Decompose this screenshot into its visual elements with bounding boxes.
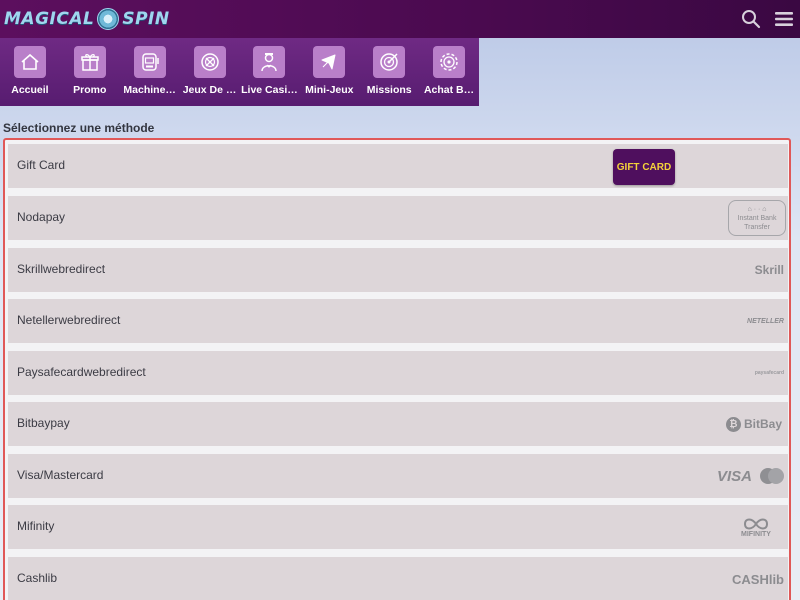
logo[interactable]: MAGICAL SPIN: [4, 6, 170, 32]
section-title: Sélectionnez une méthode: [3, 121, 155, 135]
bitbay-logo-text: BitBay: [743, 417, 782, 431]
search-icon[interactable]: [741, 9, 761, 29]
payment-methods-list: Gift Card GIFT CARD Nodapay ⌂ · · ⌂ Inst…: [3, 138, 791, 600]
target-icon: [373, 46, 406, 78]
nav-label: Missions: [366, 84, 412, 96]
method-label: Visa/Mastercard: [17, 468, 104, 482]
method-gift-card[interactable]: Gift Card GIFT CARD: [8, 144, 788, 188]
airplane-icon: [313, 46, 346, 78]
method-label: Netellerwebredirect: [17, 313, 121, 327]
nav-label: Achat B…: [423, 84, 475, 96]
nav-item-achat-bonus[interactable]: Achat B…: [419, 38, 479, 106]
method-nodapay[interactable]: Nodapay ⌂ · · ⌂ Instant Bank Transfer: [8, 196, 788, 240]
nav-item-missions[interactable]: Missions: [359, 38, 419, 106]
nav-item-accueil[interactable]: Accueil: [0, 38, 60, 106]
bitcoin-icon: ₿: [725, 416, 741, 432]
bitbay-logo: ₿ BitBay: [725, 402, 786, 446]
skrill-logo-text: Skrill: [754, 263, 784, 277]
gift-card-logo: GIFT CARD: [613, 149, 675, 185]
method-skrill[interactable]: Skrillwebredirect Skrill: [8, 248, 788, 292]
chip-icon: [433, 46, 466, 78]
instant-bank-text: Instant Bank Transfer: [737, 214, 777, 231]
nav-item-mini-jeux[interactable]: Mini-Jeux: [299, 38, 359, 106]
paysafecard-logo: paysafecard: [755, 351, 786, 395]
mifinity-logo: MIFINITY: [740, 505, 786, 549]
gift-icon: [73, 46, 106, 78]
skrill-logo: Skrill: [755, 248, 786, 292]
method-cashlib[interactable]: Cashlib CASHlib: [8, 557, 788, 600]
cashlib-logo-text: CASHlib: [732, 571, 784, 587]
method-label: Bitbaypay: [17, 416, 70, 430]
roulette-icon: [193, 46, 226, 78]
mastercard-icon: [760, 468, 784, 484]
nav-label: Accueil: [11, 84, 49, 96]
bank-icons: ⌂ · · ⌂: [747, 205, 767, 213]
category-nav: Accueil Promo Machine… Jeux De … Live Ca…: [0, 38, 479, 106]
method-label: Paysafecardwebredirect: [17, 365, 146, 379]
method-label: Cashlib: [17, 571, 58, 585]
nav-label: Machine…: [123, 84, 176, 96]
top-bar: MAGICAL SPIN: [0, 0, 800, 38]
method-bitbaypay[interactable]: Bitbaypay ₿ BitBay: [8, 402, 788, 446]
method-label: Skrillwebredirect: [17, 262, 106, 276]
mifinity-logo-text: MIFINITY: [741, 530, 771, 538]
visa-mastercard-logo: VISA: [717, 454, 786, 498]
cashlib-logo: CASHlib: [732, 557, 786, 600]
logo-text-right: SPIN: [122, 9, 170, 29]
gift-card-logo-text: GIFT CARD: [616, 161, 672, 173]
nav-label: Mini-Jeux: [305, 84, 354, 96]
method-neteller[interactable]: Netellerwebredirect NETELLER: [8, 299, 788, 343]
nav-label: Jeux De …: [182, 84, 237, 96]
infinity-icon: [743, 518, 769, 529]
dealer-icon: [253, 46, 286, 78]
method-label: Mifinity: [17, 519, 55, 533]
hamburger-menu-icon[interactable]: [774, 9, 794, 29]
logo-text-left: MAGICAL: [4, 9, 95, 29]
method-label: Nodapay: [17, 210, 66, 224]
nav-label: Promo: [73, 84, 107, 96]
method-mifinity[interactable]: Mifinity MIFINITY: [8, 505, 788, 549]
method-visa-mastercard[interactable]: Visa/Mastercard VISA: [8, 454, 788, 498]
slot-machine-icon: [133, 46, 166, 78]
nav-item-live-casino[interactable]: Live Casi…: [240, 38, 300, 106]
method-label: Gift Card: [17, 158, 66, 172]
logo-wheel-icon: [97, 8, 120, 30]
nav-item-promo[interactable]: Promo: [60, 38, 120, 106]
neteller-logo: NETELLER: [747, 299, 786, 343]
nav-item-machines[interactable]: Machine…: [120, 38, 180, 106]
nav-item-jeux-de-table[interactable]: Jeux De …: [180, 38, 240, 106]
neteller-logo-text: NETELLER: [747, 317, 784, 325]
instant-bank-transfer-logo: ⌂ · · ⌂ Instant Bank Transfer: [728, 196, 786, 240]
home-icon: [13, 46, 46, 78]
nav-label: Live Casi…: [241, 84, 298, 96]
visa-logo-text: VISA: [716, 467, 752, 485]
method-paysafecard[interactable]: Paysafecardwebredirect paysafecard: [8, 351, 788, 395]
paysafecard-logo-text: paysafecard: [754, 370, 784, 376]
